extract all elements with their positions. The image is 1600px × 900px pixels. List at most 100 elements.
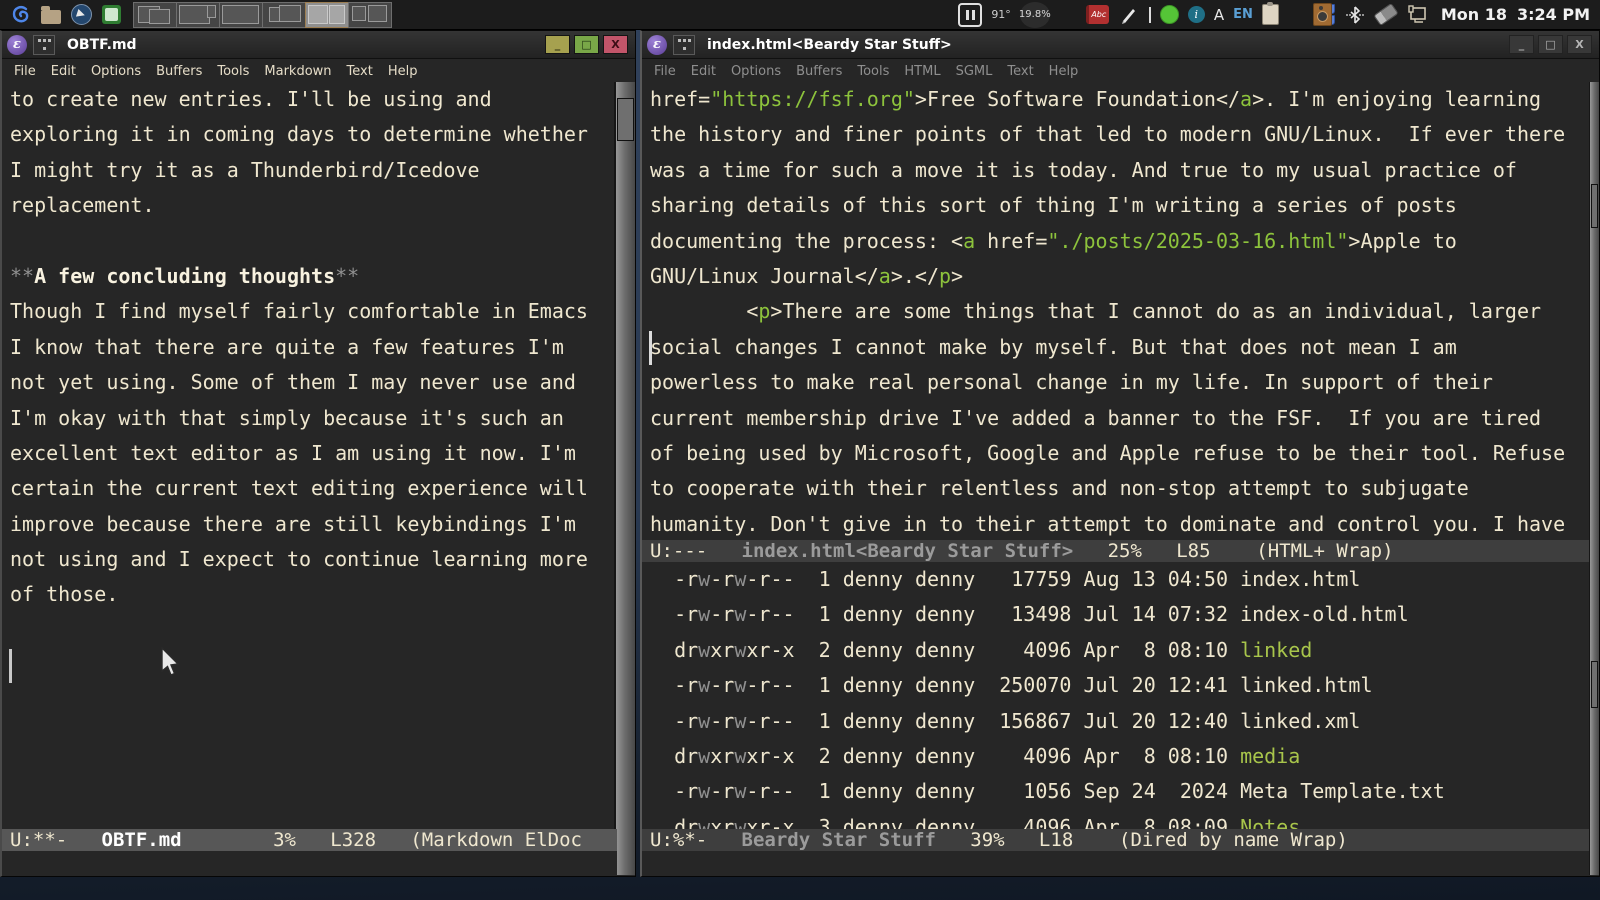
image-viewer-icon[interactable] <box>100 4 122 26</box>
buffer-line[interactable]: I might try it as a Thunderbird/Icedove <box>2 153 617 188</box>
menu-text[interactable]: Text <box>1007 64 1033 79</box>
web-browser-icon[interactable] <box>70 4 92 26</box>
menu-options[interactable]: Options <box>731 64 781 79</box>
menu-markdown[interactable]: Markdown <box>264 64 331 79</box>
buffer-line[interactable]: href="https://fsf.org">Free Software Fou… <box>642 82 1591 117</box>
workspace-5[interactable] <box>305 2 349 28</box>
window-menu-icon[interactable] <box>673 35 695 55</box>
left-scrollbar[interactable] <box>614 82 635 875</box>
audio-device-icon[interactable] <box>1313 3 1335 26</box>
minimize-button[interactable]: _ <box>1509 35 1534 54</box>
buffer-line[interactable]: improve because there are still keybindi… <box>2 507 617 542</box>
buffer-line[interactable]: current membership drive I've added a ba… <box>642 401 1591 436</box>
left-modeline[interactable]: U:**- OBTF.md 3% L328 (Markdown ElDoc <box>2 829 617 851</box>
menu-edit[interactable]: Edit <box>51 64 76 79</box>
buffer-line[interactable]: excellent text editor as I am using it n… <box>2 436 617 471</box>
buffer-line[interactable]: exploring it in coming days to determine… <box>2 117 617 152</box>
right-scrollbar[interactable] <box>1589 82 1599 875</box>
menu-help[interactable]: Help <box>1049 64 1079 79</box>
buffer-line[interactable]: <p>There are some things that I cannot d… <box>642 294 1591 329</box>
file-manager-icon[interactable] <box>40 4 62 26</box>
buffer-line[interactable]: not using and I expect to continue learn… <box>2 542 617 577</box>
display-icon[interactable] <box>1406 4 1428 26</box>
workspace-pager[interactable] <box>134 2 392 28</box>
pencil-icon[interactable] <box>1118 4 1140 26</box>
markdown-buffer[interactable]: to create new entries. I'll be using and… <box>2 82 617 829</box>
menu-text[interactable]: Text <box>347 64 373 79</box>
right-echo-area[interactable] <box>642 851 1591 876</box>
clock[interactable]: Mon 18 3:24 PM <box>1441 5 1590 24</box>
buffer-line[interactable]: to create new entries. I'll be using and <box>2 82 617 117</box>
buffer-line[interactable]: was a time for such a move it is today. … <box>642 153 1591 188</box>
buffer-line[interactable]: of being used by Microsoft, Google and A… <box>642 436 1591 471</box>
info-icon[interactable]: i <box>1188 6 1205 23</box>
scrollbar-thumb[interactable] <box>617 98 634 141</box>
buffer-line[interactable]: social changes I cannot make by myself. … <box>642 330 1591 365</box>
clipboard-icon[interactable] <box>1262 4 1279 25</box>
dired-scrollbar-thumb[interactable] <box>1591 661 1598 708</box>
keyboard-layout-indicator[interactable]: EN <box>1233 7 1253 22</box>
buffer-line[interactable] <box>2 648 617 683</box>
dired-buffer[interactable]: -rw-rw-r-- 1 denny denny 17759 Aug 13 04… <box>642 562 1591 829</box>
battery-indicator[interactable]: 19.8% <box>1020 2 1050 28</box>
menu-options[interactable]: Options <box>91 64 141 79</box>
app-swirl-icon[interactable] <box>10 4 32 26</box>
buffer-line[interactable]: not yet using. Some of them I may never … <box>2 365 617 400</box>
dired-modeline[interactable]: U:%*- Beardy Star Stuff 39% L18 (Dired b… <box>642 829 1591 851</box>
right-titlebar[interactable]: ε index.html<Beardy Star Stuff> _ □ X <box>642 31 1599 59</box>
html-modeline[interactable]: U:--- index.html<Beardy Star Stuff> 25% … <box>642 540 1591 562</box>
menu-file[interactable]: File <box>654 64 676 79</box>
buffer-line[interactable]: to cooperate with their relentless and n… <box>642 471 1591 506</box>
buffer-line[interactable]: I know that there are quite a few featur… <box>2 330 617 365</box>
buffer-line[interactable]: humanity. Don't give in to their attempt… <box>642 507 1591 540</box>
font-indicator[interactable]: A <box>1214 6 1224 24</box>
dired-row[interactable]: -rw-rw-r-- 1 denny denny 13498 Jul 14 07… <box>642 597 1591 632</box>
menu-buffers[interactable]: Buffers <box>796 64 842 79</box>
menu-tools[interactable]: Tools <box>217 64 249 79</box>
buffer-line[interactable]: of those. <box>2 577 617 612</box>
buffer-line[interactable] <box>2 224 617 259</box>
buffer-line[interactable]: certain the current text editing experie… <box>2 471 617 506</box>
buffer-line[interactable]: replacement. <box>2 188 617 223</box>
minimize-button[interactable]: _ <box>545 35 570 54</box>
scrollbar-thumb[interactable] <box>1591 184 1598 228</box>
dired-row[interactable]: -rw-rw-r-- 1 denny denny 17759 Aug 13 04… <box>642 562 1591 597</box>
dictionary-icon[interactable]: Abc <box>1086 5 1109 24</box>
dired-row[interactable]: drwxrwxr-x 2 denny denny 4096 Apr 8 08:1… <box>642 633 1591 668</box>
buffer-line[interactable]: sharing details of this sort of thing I'… <box>642 188 1591 223</box>
html-buffer[interactable]: href="https://fsf.org">Free Software Fou… <box>642 82 1591 540</box>
window-menu-icon[interactable] <box>33 35 55 55</box>
bluetooth-icon[interactable] <box>1344 4 1366 26</box>
buffer-line[interactable]: Though I find myself fairly comfortable … <box>2 294 617 329</box>
buffer-line[interactable]: the history and finer points of that led… <box>642 117 1591 152</box>
buffer-line[interactable]: GNU/Linux Journal</a>.</p> <box>642 259 1591 294</box>
dired-row[interactable]: -rw-rw-r-- 1 denny denny 156867 Jul 20 1… <box>642 704 1591 739</box>
menu-help[interactable]: Help <box>388 64 418 79</box>
workspace-2[interactable] <box>176 2 220 28</box>
menu-file[interactable]: File <box>14 64 36 79</box>
workspace-1[interactable] <box>133 2 177 28</box>
workspace-6[interactable] <box>348 2 392 28</box>
dired-row[interactable]: -rw-rw-r-- 1 denny denny 1056 Sep 24 202… <box>642 774 1591 809</box>
buffer-line[interactable]: I'm okay with that simply because it's s… <box>2 401 617 436</box>
left-echo-area[interactable] <box>2 851 617 876</box>
temperature-indicator[interactable]: 91° <box>991 8 1011 21</box>
buffer-line[interactable]: **A few concluding thoughts** <box>2 259 617 294</box>
usb-drive-icon[interactable] <box>1375 4 1397 26</box>
buffer-line[interactable]: documenting the process: <a href="./post… <box>642 224 1591 259</box>
dired-row[interactable]: -rw-rw-r-- 1 denny denny 250070 Jul 20 1… <box>642 668 1591 703</box>
dired-row[interactable]: drwxrwxr-x 3 denny denny 4096 Apr 8 08:0… <box>642 810 1591 829</box>
menu-sgml[interactable]: SGML <box>956 64 993 79</box>
buffer-line[interactable]: powerless to make real personal change i… <box>642 365 1591 400</box>
close-button[interactable]: X <box>603 35 628 54</box>
menu-edit[interactable]: Edit <box>691 64 716 79</box>
pause-indicator-icon[interactable] <box>958 3 982 27</box>
left-titlebar[interactable]: ε OBTF.md _ □ X <box>2 31 635 59</box>
menu-tools[interactable]: Tools <box>857 64 889 79</box>
dired-row[interactable]: drwxrwxr-x 2 denny denny 4096 Apr 8 08:1… <box>642 739 1591 774</box>
menu-buffers[interactable]: Buffers <box>156 64 202 79</box>
status-circle-icon[interactable] <box>1160 5 1179 24</box>
workspace-4[interactable] <box>262 2 306 28</box>
maximize-button[interactable]: □ <box>1538 35 1563 54</box>
maximize-button[interactable]: □ <box>574 35 599 54</box>
